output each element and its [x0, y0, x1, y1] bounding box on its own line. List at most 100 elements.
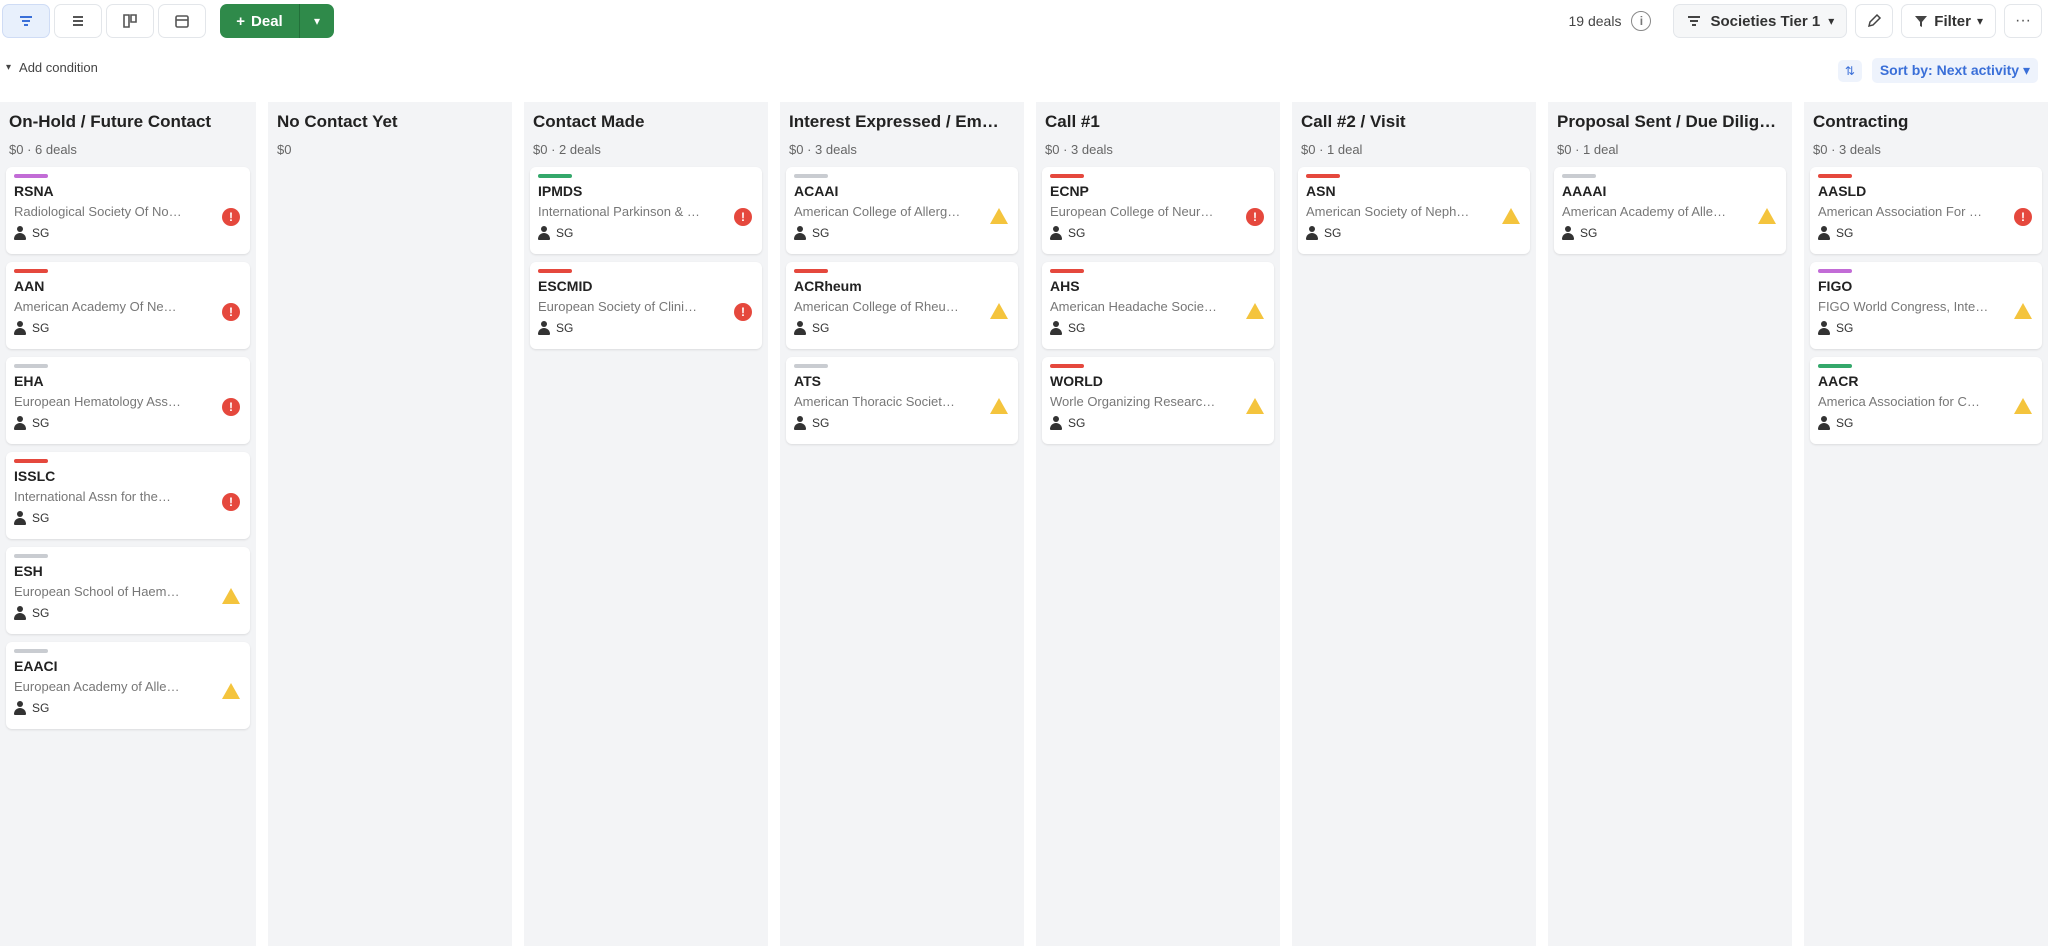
deal-card[interactable]: ESH European School of Haem… SG	[6, 547, 250, 634]
deal-card[interactable]: ATS American Thoracic Societ… SG	[786, 357, 1018, 444]
add-deal-main[interactable]: + Deal	[220, 4, 300, 38]
deal-card[interactable]: FIGO FIGO World Congress, Inte… SG	[1810, 262, 2042, 349]
stage-header: On-Hold / Future Contact $0 · 6 deals	[0, 102, 256, 157]
deal-organization: International Assn for the…	[14, 489, 171, 504]
owner-initials: SG	[32, 606, 50, 620]
pipeline-view-button[interactable]	[2, 4, 50, 38]
no-activity-warning-icon[interactable]	[1246, 303, 1264, 319]
overdue-activity-icon[interactable]: !	[734, 208, 752, 226]
no-activity-warning-icon[interactable]	[990, 208, 1008, 224]
deal-label-tag	[1050, 174, 1084, 178]
stage-title: On-Hold / Future Contact	[9, 112, 212, 131]
owner-initials: SG	[1836, 321, 1854, 335]
deal-owner: SG	[1818, 416, 2034, 430]
stage-column: Interest Expressed / Em… $0 · 3 deals ACAA…	[768, 102, 1024, 946]
person-icon	[1818, 416, 1830, 430]
alert-circle-icon: !	[734, 303, 752, 321]
deal-card[interactable]: ASN American Society of Neph… SG	[1298, 167, 1530, 254]
alert-circle-icon: !	[222, 303, 240, 321]
person-icon	[794, 416, 806, 430]
stage-meta: $0 · 3 deals	[1045, 142, 1113, 157]
stage-header: Proposal Sent / Due Dilig… $0 · 1 deal	[1548, 102, 1792, 157]
overdue-activity-icon[interactable]: !	[2014, 208, 2032, 226]
no-activity-warning-icon[interactable]	[2014, 303, 2032, 319]
deal-card[interactable]: ACRheum American College of Rheu… SG	[786, 262, 1018, 349]
warning-triangle-icon	[990, 208, 1008, 224]
deal-title: AHS	[1050, 278, 1080, 294]
deal-title: ACAAI	[794, 183, 839, 199]
stage-column: Proposal Sent / Due Dilig… $0 · 1 deal AAA…	[1536, 102, 1792, 946]
stage-title: No Contact Yet	[277, 112, 398, 131]
filter-button[interactable]: Filter ▾	[1901, 4, 1996, 38]
deal-card[interactable]: RSNA Radiological Society Of No… SG!	[6, 167, 250, 254]
owner-initials: SG	[1324, 226, 1342, 240]
deal-organization: European School of Haem…	[14, 584, 180, 599]
deal-card[interactable]: ISSLC International Assn for the… SG!	[6, 452, 250, 539]
chevron-down-icon: ▾	[6, 62, 12, 73]
no-activity-warning-icon[interactable]	[222, 683, 240, 699]
deal-label-tag	[538, 269, 572, 273]
owner-initials: SG	[1580, 226, 1598, 240]
deal-card[interactable]: AAN American Academy Of Ne… SG!	[6, 262, 250, 349]
deal-organization: American Academy Of Ne…	[14, 299, 177, 314]
add-deal-dropdown[interactable]: ▾	[300, 4, 334, 38]
overdue-activity-icon[interactable]: !	[734, 303, 752, 321]
deal-card[interactable]: AHS American Headache Socie… SG	[1042, 262, 1274, 349]
sort-icon[interactable]: ⇅	[1837, 59, 1862, 82]
deal-card[interactable]: EAACI European Academy of Alle… SG	[6, 642, 250, 729]
forecast-view-button[interactable]	[106, 4, 154, 38]
pipeline-board: On-Hold / Future Contact $0 · 6 deals RSNA…	[0, 102, 2048, 946]
no-activity-warning-icon[interactable]	[1758, 208, 1776, 224]
deal-card[interactable]: EHA European Hematology Ass… SG!	[6, 357, 250, 444]
no-activity-warning-icon[interactable]	[1502, 208, 1520, 224]
add-deal-button[interactable]: + Deal ▾	[220, 4, 334, 38]
overdue-activity-icon[interactable]: !	[222, 493, 240, 511]
deal-card[interactable]: AAAAI American Academy of Alle… SG	[1554, 167, 1786, 254]
deal-label-tag	[14, 364, 48, 368]
deal-organization: American Academy of Alle…	[1562, 204, 1727, 219]
more-button[interactable]: ···	[2004, 4, 2042, 38]
pipeline-selector[interactable]: Societies Tier 1 ▾	[1673, 4, 1848, 38]
no-activity-warning-icon[interactable]	[990, 303, 1008, 319]
owner-initials: SG	[32, 701, 50, 715]
no-activity-warning-icon[interactable]	[1246, 398, 1264, 414]
stage-meta: $0 · 6 deals	[9, 142, 77, 157]
overdue-activity-icon[interactable]: !	[222, 208, 240, 226]
overdue-activity-icon[interactable]: !	[222, 303, 240, 321]
no-activity-warning-icon[interactable]	[222, 588, 240, 604]
stage-meta: $0 · 1 deal	[1301, 142, 1363, 157]
sort-button[interactable]: Sort by: Next activity ▾	[1871, 58, 2038, 83]
overdue-activity-icon[interactable]: !	[1246, 208, 1264, 226]
no-activity-warning-icon[interactable]	[990, 398, 1008, 414]
deal-card[interactable]: WORLD Worle Organizing Researc… SG	[1042, 357, 1274, 444]
deal-card[interactable]: AASLD American Association For … SG!	[1810, 167, 2042, 254]
deal-organization: European Society of Clini…	[538, 299, 697, 314]
deal-organization: American College of Rheu…	[794, 299, 959, 314]
calendar-view-button[interactable]	[158, 4, 206, 38]
stage-column: On-Hold / Future Contact $0 · 6 deals RSNA…	[0, 102, 256, 946]
deal-card[interactable]: ACAAI American College of Allerg… SG	[786, 167, 1018, 254]
warning-triangle-icon	[222, 588, 240, 604]
info-icon[interactable]: i	[1631, 11, 1652, 31]
list-view-button[interactable]	[54, 4, 102, 38]
stage-column: Call #1 $0 · 3 deals ECNP European College …	[1024, 102, 1280, 946]
alert-circle-icon: !	[222, 493, 240, 511]
edit-pipeline-button[interactable]	[1855, 4, 1894, 38]
alert-circle-icon: !	[734, 208, 752, 226]
person-icon	[1818, 321, 1830, 335]
add-condition-button[interactable]: ▾ Add condition	[6, 60, 98, 75]
deal-owner: SG	[1050, 416, 1266, 430]
no-activity-warning-icon[interactable]	[2014, 398, 2032, 414]
deal-owner: SG	[1306, 226, 1522, 240]
warning-triangle-icon	[1246, 303, 1264, 319]
deal-card[interactable]: IPMDS International Parkinson & … SG!	[530, 167, 762, 254]
deal-card[interactable]: AACR America Association for C… SG	[1810, 357, 2042, 444]
deal-organization: FIGO World Congress, Inte…	[1818, 299, 1989, 314]
overdue-activity-icon[interactable]: !	[222, 398, 240, 416]
stage-header: No Contact Yet $0	[268, 102, 512, 157]
deal-label-tag	[1562, 174, 1596, 178]
deal-card[interactable]: ESCMID European Society of Clini… SG!	[530, 262, 762, 349]
deal-owner: SG	[1818, 226, 2034, 240]
deal-organization: American Headache Socie…	[1050, 299, 1217, 314]
deal-card[interactable]: ECNP European College of Neur… SG!	[1042, 167, 1274, 254]
